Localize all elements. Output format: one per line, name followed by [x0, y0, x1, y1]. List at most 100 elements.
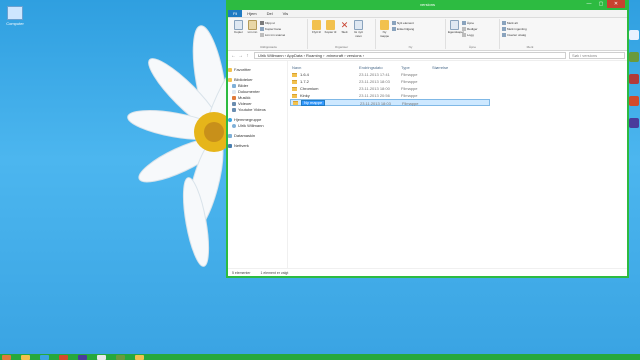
address-path[interactable]: Ulrik Willmann › AppData › Roaming › .mi…	[254, 52, 566, 59]
maximize-button[interactable]: ▢	[595, 0, 607, 8]
file-type: Filmappe	[401, 86, 418, 91]
column-header-size[interactable]: Størrelse	[432, 64, 462, 71]
invert-selection-button[interactable]: Inverter utvalg	[502, 32, 527, 38]
column-header-type[interactable]: Type	[401, 64, 432, 71]
tab-view[interactable]: Vis	[278, 10, 293, 17]
file-type: Filmappe	[401, 93, 418, 98]
path-icon	[260, 27, 264, 31]
file-type: Filmappe	[401, 79, 418, 84]
scissors-icon	[260, 21, 264, 25]
file-date: 23.11.2013 18:03	[360, 101, 391, 106]
start-icon[interactable]	[2, 354, 11, 360]
network-icon	[228, 144, 232, 148]
tab-home[interactable]: Hjem	[242, 10, 261, 17]
folder-icon[interactable]	[135, 354, 144, 360]
group-label-clipboard: Utklippstavle	[259, 45, 277, 49]
folder-icon	[292, 72, 297, 77]
paste-shortcut-button[interactable]: Lim inn snarvei	[260, 32, 285, 38]
app-icon[interactable]	[116, 354, 125, 360]
file-row-selected[interactable]: Ny mappe 23.11.2013 18:03 Filmappe	[290, 99, 490, 106]
selected-count: 1 element er valgt	[260, 271, 289, 275]
app-icon[interactable]	[59, 354, 68, 360]
file-date: 23.11.2013 18:00	[359, 86, 390, 91]
paste-label: Lim inn	[247, 30, 258, 34]
search-input[interactable]: Søk i versions	[569, 52, 625, 59]
copy-icon	[234, 20, 243, 30]
up-arrow-icon[interactable]: ↑	[244, 53, 251, 59]
easy-access-button[interactable]: Enkel tilgang	[392, 26, 414, 32]
tab-file[interactable]: Fil	[228, 10, 243, 17]
file-date: 23.11.2013 20:56	[359, 93, 390, 98]
copy-to-label: Kopier til	[324, 30, 337, 34]
file-name: Chromium	[300, 86, 319, 91]
close-button[interactable]: ✕	[607, 0, 625, 8]
homegroup-icon	[228, 118, 232, 122]
paste-shortcut-label: Lim inn snarvei	[265, 33, 286, 37]
title-bar[interactable]: versions — ▢ ✕	[228, 0, 627, 10]
rename-label: Gi nytt navn	[354, 30, 363, 38]
nav-network-label: Nettverk	[234, 143, 249, 148]
star-icon	[228, 68, 232, 72]
music-icon	[232, 96, 236, 100]
select-all-icon	[502, 21, 506, 25]
new-folder-label: Ny mappe	[379, 30, 390, 38]
file-name: 1.7.2	[300, 79, 309, 84]
app-icon[interactable]	[629, 96, 639, 106]
file-row[interactable]: 1.6.4 23.11.2013 17:41 Filmappe	[288, 71, 627, 78]
desktop-icon-computer[interactable]: Computer	[6, 6, 24, 26]
column-header-date[interactable]: Endringsdato	[359, 64, 401, 71]
nav-network[interactable]: Nettverk	[228, 143, 287, 149]
computer-icon	[7, 6, 23, 20]
file-row[interactable]: Chromium 23.11.2013 18:00 Filmappe	[288, 85, 627, 92]
ribbon-group-new: Ny mappe Nytt element Enkel tilgang Ny	[376, 19, 446, 49]
group-label-open: Åpne	[468, 45, 476, 49]
shortcut-icon	[260, 33, 264, 37]
folder-icon	[292, 86, 297, 91]
ribbon-group-select: Merk alt Merk ingenting Inverter utvalg …	[500, 19, 560, 49]
folder-icon	[292, 93, 297, 98]
history-label: Logg	[467, 33, 474, 37]
item-count: 5 elementer	[232, 271, 251, 275]
documents-icon	[232, 90, 236, 94]
column-header-name[interactable]: Navn	[292, 64, 359, 71]
history-button[interactable]: Logg	[462, 32, 478, 38]
minimize-button[interactable]: —	[583, 0, 595, 8]
group-label-select: Merk	[526, 45, 534, 49]
chrome-icon[interactable]	[629, 30, 639, 40]
new-item-icon	[392, 21, 396, 25]
file-row[interactable]: 1.7.2 23.11.2013 18:03 Filmappe	[288, 78, 627, 85]
open-icon	[462, 21, 466, 25]
file-name: 1.6.4	[300, 72, 309, 77]
videos-icon	[232, 102, 236, 106]
forward-arrow-icon[interactable]: →	[237, 53, 244, 59]
minecraft-icon[interactable]	[629, 52, 639, 62]
copy-folder-icon	[326, 20, 335, 30]
tab-share[interactable]: Del	[262, 10, 278, 17]
file-row[interactable]: Kinky 23.11.2013 20:56 Filmappe	[288, 92, 627, 99]
move-to-label: Flytt til	[312, 30, 321, 34]
back-arrow-icon[interactable]: ←	[230, 53, 237, 59]
copy-label: Kopier	[234, 30, 243, 34]
history-icon	[462, 33, 466, 37]
app-icon[interactable]	[40, 354, 49, 360]
file-type: Filmappe	[401, 72, 418, 77]
edit-icon	[462, 27, 466, 31]
app-icon[interactable]	[21, 354, 30, 360]
invert-selection-icon	[502, 33, 506, 37]
nav-library-item-label: Youtube Videos	[238, 107, 266, 112]
group-label-new: Ny	[408, 45, 413, 49]
app-icon[interactable]	[97, 354, 106, 360]
desktop-icon-label: Computer	[6, 21, 24, 26]
videos-icon	[232, 108, 236, 112]
file-name: Kinky	[300, 93, 310, 98]
folder-icon	[292, 79, 297, 84]
rename-input[interactable]: Ny mappe	[301, 99, 326, 106]
app-icon[interactable]	[629, 74, 639, 84]
paste-icon	[248, 20, 257, 30]
file-name-cell: 1.6.4	[292, 71, 359, 78]
window-controls: — ▢ ✕	[583, 0, 625, 8]
app-icon[interactable]	[629, 118, 639, 128]
ribbon-tabs: Fil Hjem Del Vis	[228, 10, 627, 18]
app-icon[interactable]	[78, 354, 87, 360]
file-name-cell: Chromium	[292, 85, 359, 92]
